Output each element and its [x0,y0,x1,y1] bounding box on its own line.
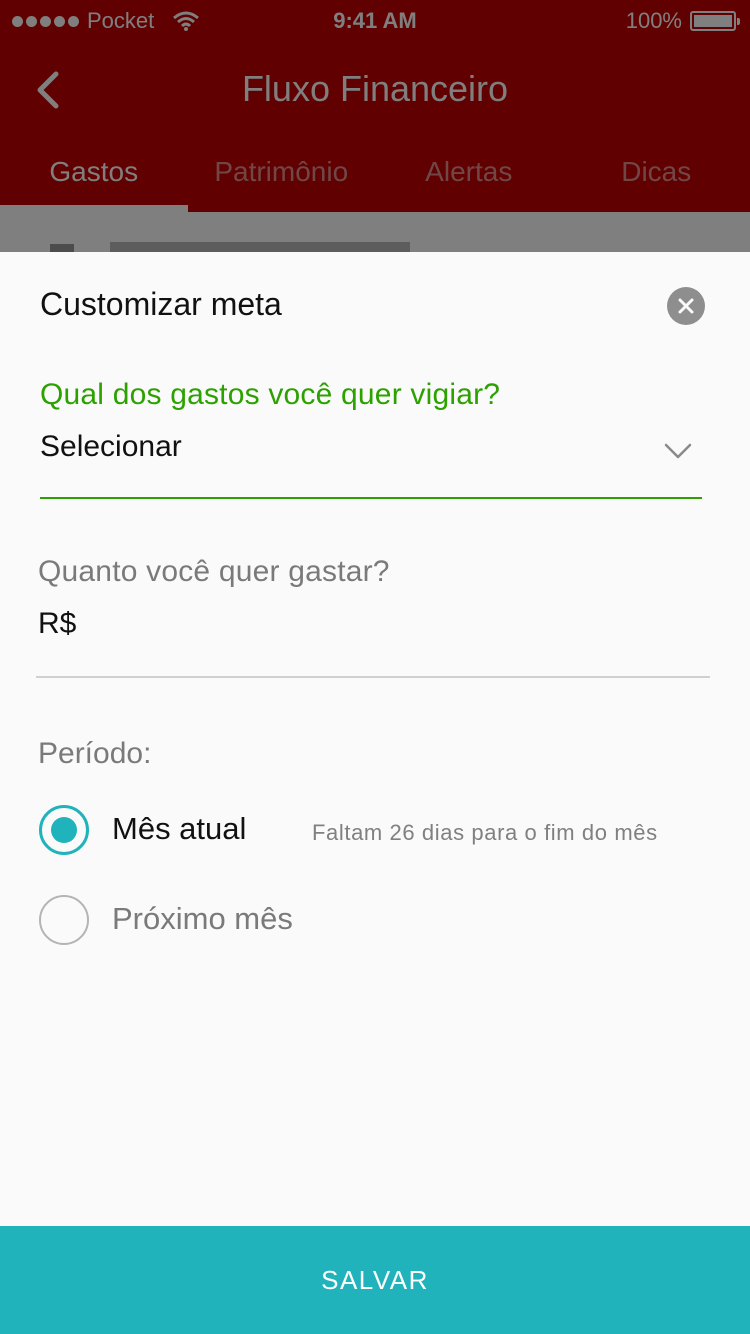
radio-current-month[interactable] [39,805,89,855]
radio-next-month[interactable] [39,895,89,945]
period-label: Período: [38,737,152,770]
amount-underline [36,676,710,678]
amount-label: Quanto você quer gastar? [38,555,390,588]
close-icon [678,298,694,314]
save-button[interactable]: SALVAR [0,1226,750,1334]
expense-select[interactable]: Selecionar [40,430,182,464]
expense-select-label: Qual dos gastos você quer vigiar? [40,378,501,411]
radio-selected-dot [51,817,77,843]
close-button[interactable] [667,287,705,325]
chevron-down-icon[interactable] [664,442,692,460]
days-remaining-hint: Faltam 26 dias para o fim do mês [312,820,658,845]
customize-goal-sheet: Customizar meta Qual dos gastos você que… [0,252,750,1334]
amount-input[interactable]: R$ [38,607,76,641]
select-underline [40,497,702,499]
sheet-title: Customizar meta [40,286,282,322]
option-current-month-label[interactable]: Mês atual [112,811,246,847]
option-next-month-label[interactable]: Próximo mês [112,901,293,937]
